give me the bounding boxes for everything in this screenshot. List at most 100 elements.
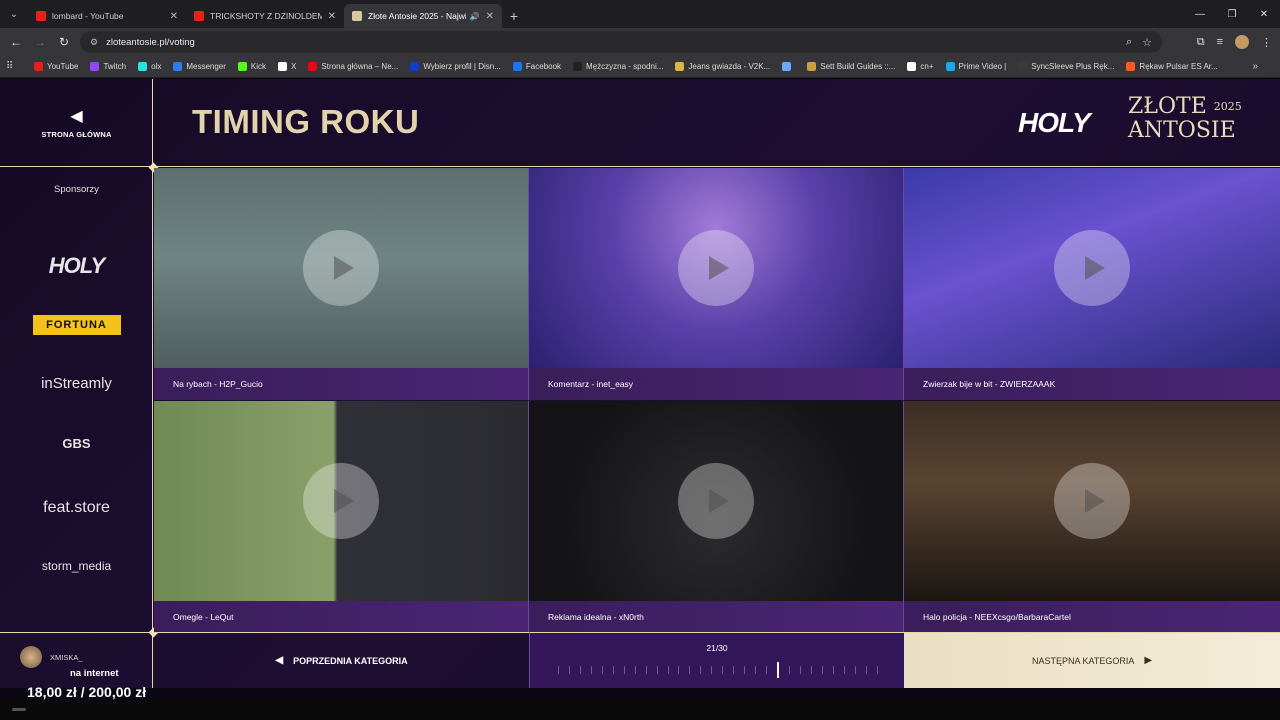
close-icon[interactable]: ✕	[170, 11, 178, 22]
video-caption: Omegle - LeQut	[154, 601, 528, 633]
forward-icon[interactable]: →	[28, 28, 52, 56]
bookmark-item[interactable]: Jeans gwiazda - V2K...	[675, 62, 770, 71]
next-category-button[interactable]: NASTĘPNA KATEGORIA ▶	[904, 632, 1280, 688]
reload-icon[interactable]: ↻	[52, 28, 76, 56]
video-card[interactable]: Komentarz - inet_easy	[529, 168, 904, 400]
bookmark-item[interactable]: olx	[138, 62, 161, 71]
speaker-icon[interactable]: 🔊	[470, 12, 480, 21]
zoom-icon[interactable]: ⌕	[1126, 36, 1132, 49]
previous-category-button[interactable]: ◀ POPRZEDNIA KATEGORIA	[154, 632, 529, 688]
video-caption: Reklama idealna - xN0rth	[529, 601, 903, 633]
play-icon[interactable]	[303, 463, 379, 539]
extensions-icon[interactable]: ⧉	[1197, 36, 1205, 49]
bookmark-item[interactable]: cn+	[907, 62, 934, 71]
video-card[interactable]: Halo policja - NEEXcsgo/BarbaraCartel	[904, 401, 1280, 633]
close-window-icon[interactable]: ✕	[1248, 0, 1280, 28]
play-icon[interactable]	[678, 463, 754, 539]
video-card[interactable]: Omegle - LeQut	[154, 401, 529, 633]
bookmark-item[interactable]: X	[278, 62, 296, 71]
apps-grid-icon[interactable]: ⠿	[6, 61, 20, 72]
video-thumbnail[interactable]	[529, 401, 903, 601]
media-icon[interactable]: ≡	[1217, 36, 1223, 48]
progress-ticks	[558, 662, 878, 678]
play-icon[interactable]	[678, 230, 754, 306]
video-card[interactable]: Zwierzak bije w bit - ZWIERZAAAK	[904, 168, 1280, 400]
bookmark-favicon-icon	[907, 62, 917, 71]
sponsor-holy-logo[interactable]: HOLY	[0, 253, 153, 279]
bookmark-label: X	[291, 62, 297, 71]
bookmark-item[interactable]: SyncSleeve Plus Ręk...	[1018, 62, 1114, 71]
bookmark-item[interactable]: Mężczyzna - spodni...	[573, 62, 663, 71]
bookmark-item[interactable]: Twitch	[90, 62, 126, 71]
bookmark-item[interactable]: Rękaw Pulsar ES Ar...	[1126, 62, 1218, 71]
progress-tick	[832, 666, 834, 674]
close-icon[interactable]: ✕	[486, 11, 494, 22]
bookmark-item[interactable]: Messenger	[173, 62, 226, 71]
menu-icon[interactable]: ⋮	[1261, 36, 1272, 49]
sponsor-fortuna-logo[interactable]: FORTUNA	[0, 315, 153, 335]
sponsor-stormmedia-logo[interactable]: storm_media	[0, 559, 153, 573]
video-thumbnail[interactable]	[154, 401, 528, 601]
sponsor-gbs-logo[interactable]: GBS	[0, 436, 153, 451]
bookmark-item[interactable]: Wybierz profil | Disn...	[410, 62, 501, 71]
back-icon[interactable]: ←	[4, 28, 28, 56]
video-caption: Halo policja - NEEXcsgo/BarbaraCartel	[904, 601, 1280, 633]
progress-tick	[755, 666, 757, 674]
page-title: TIMING ROKU	[192, 103, 420, 140]
bookmark-label: Mężczyzna - spodni...	[586, 62, 664, 71]
progress-tick-current	[777, 662, 780, 678]
play-icon[interactable]	[1054, 230, 1130, 306]
sponsor-featstore-logo[interactable]: feat.store	[0, 499, 153, 517]
video-thumbnail[interactable]	[529, 168, 903, 368]
profile-avatar[interactable]	[1235, 35, 1249, 49]
progress-tick	[568, 666, 570, 674]
progress-tick	[789, 666, 791, 674]
tab-search-icon[interactable]: ⌄	[0, 0, 28, 28]
bookmark-star-icon[interactable]: ☆	[1142, 36, 1152, 49]
home-button[interactable]: ◀ STRONA GŁÓWNA	[0, 79, 153, 167]
bookmark-favicon-icon	[278, 62, 288, 71]
bookmark-label: Wybierz profil | Disn...	[423, 62, 501, 71]
holy-logo: HOLY	[1018, 107, 1091, 138]
youtube-icon	[36, 11, 46, 21]
sponsor-instreamly-logo[interactable]: inStreamly	[0, 375, 153, 392]
site-info-icon[interactable]: ⚙	[90, 37, 98, 48]
maximize-icon[interactable]: ❐	[1216, 0, 1248, 28]
tab-trickshoty[interactable]: TRICKSHOTY Z DZINOLDEMI - ✕	[186, 4, 344, 28]
sponsors-title: Sponsorzy	[54, 184, 99, 195]
minimize-icon[interactable]: —	[1184, 0, 1216, 28]
video-thumbnail[interactable]	[904, 401, 1280, 601]
bookmark-favicon-icon	[410, 62, 420, 71]
bookmark-favicon-icon	[1018, 62, 1028, 71]
video-card[interactable]: Reklama idealna - xN0rth	[529, 401, 904, 633]
bookmark-item[interactable]: Prime Video |	[945, 62, 1006, 71]
bookmark-item[interactable]: Kick	[237, 62, 266, 71]
extensions-area: ⧉ ≡ ⋮	[1197, 28, 1272, 56]
zlote-antosie-logo: ZŁOTE 2025 ANTOSIE	[1128, 95, 1242, 143]
bookmark-item[interactable]	[782, 62, 795, 71]
play-icon[interactable]	[303, 230, 379, 306]
progress-tick	[843, 666, 845, 674]
bookmark-item[interactable]: Facebook	[512, 62, 561, 71]
tab-title: Złote Antosie 2025 - Najwi	[368, 11, 466, 21]
tab-lombard[interactable]: lombard - YouTube ✕	[28, 4, 186, 28]
bookmark-label: Twitch	[103, 62, 127, 71]
progress-tick	[678, 666, 680, 674]
url-bar[interactable]: ⚙ zloteantosie.pl/voting ⌕ ☆	[80, 31, 1162, 53]
new-tab-button[interactable]: +	[502, 4, 526, 28]
close-icon[interactable]: ✕	[328, 11, 336, 22]
video-thumbnail[interactable]	[904, 168, 1280, 368]
bookmark-item[interactable]: Strona główna – Ne...	[308, 62, 398, 71]
video-card[interactable]: Na rybach - H2P_Gucio	[154, 168, 529, 400]
tab-zlote-antosie[interactable]: Złote Antosie 2025 - Najwi 🔊 ✕	[344, 4, 502, 28]
bookmark-favicon-icon	[138, 62, 148, 71]
bookmark-label: Sett Build Guides ::...	[820, 62, 896, 71]
bookmark-favicon-icon	[573, 62, 583, 71]
more-bookmarks-icon[interactable]: »	[1252, 61, 1258, 72]
video-thumbnail[interactable]	[154, 168, 528, 368]
bookmark-item[interactable]: Sett Build Guides ::...	[807, 62, 895, 71]
play-icon[interactable]	[1054, 463, 1130, 539]
indicator	[12, 708, 26, 711]
bookmark-item[interactable]: YouTube	[34, 62, 78, 71]
progress-tick	[689, 666, 691, 674]
